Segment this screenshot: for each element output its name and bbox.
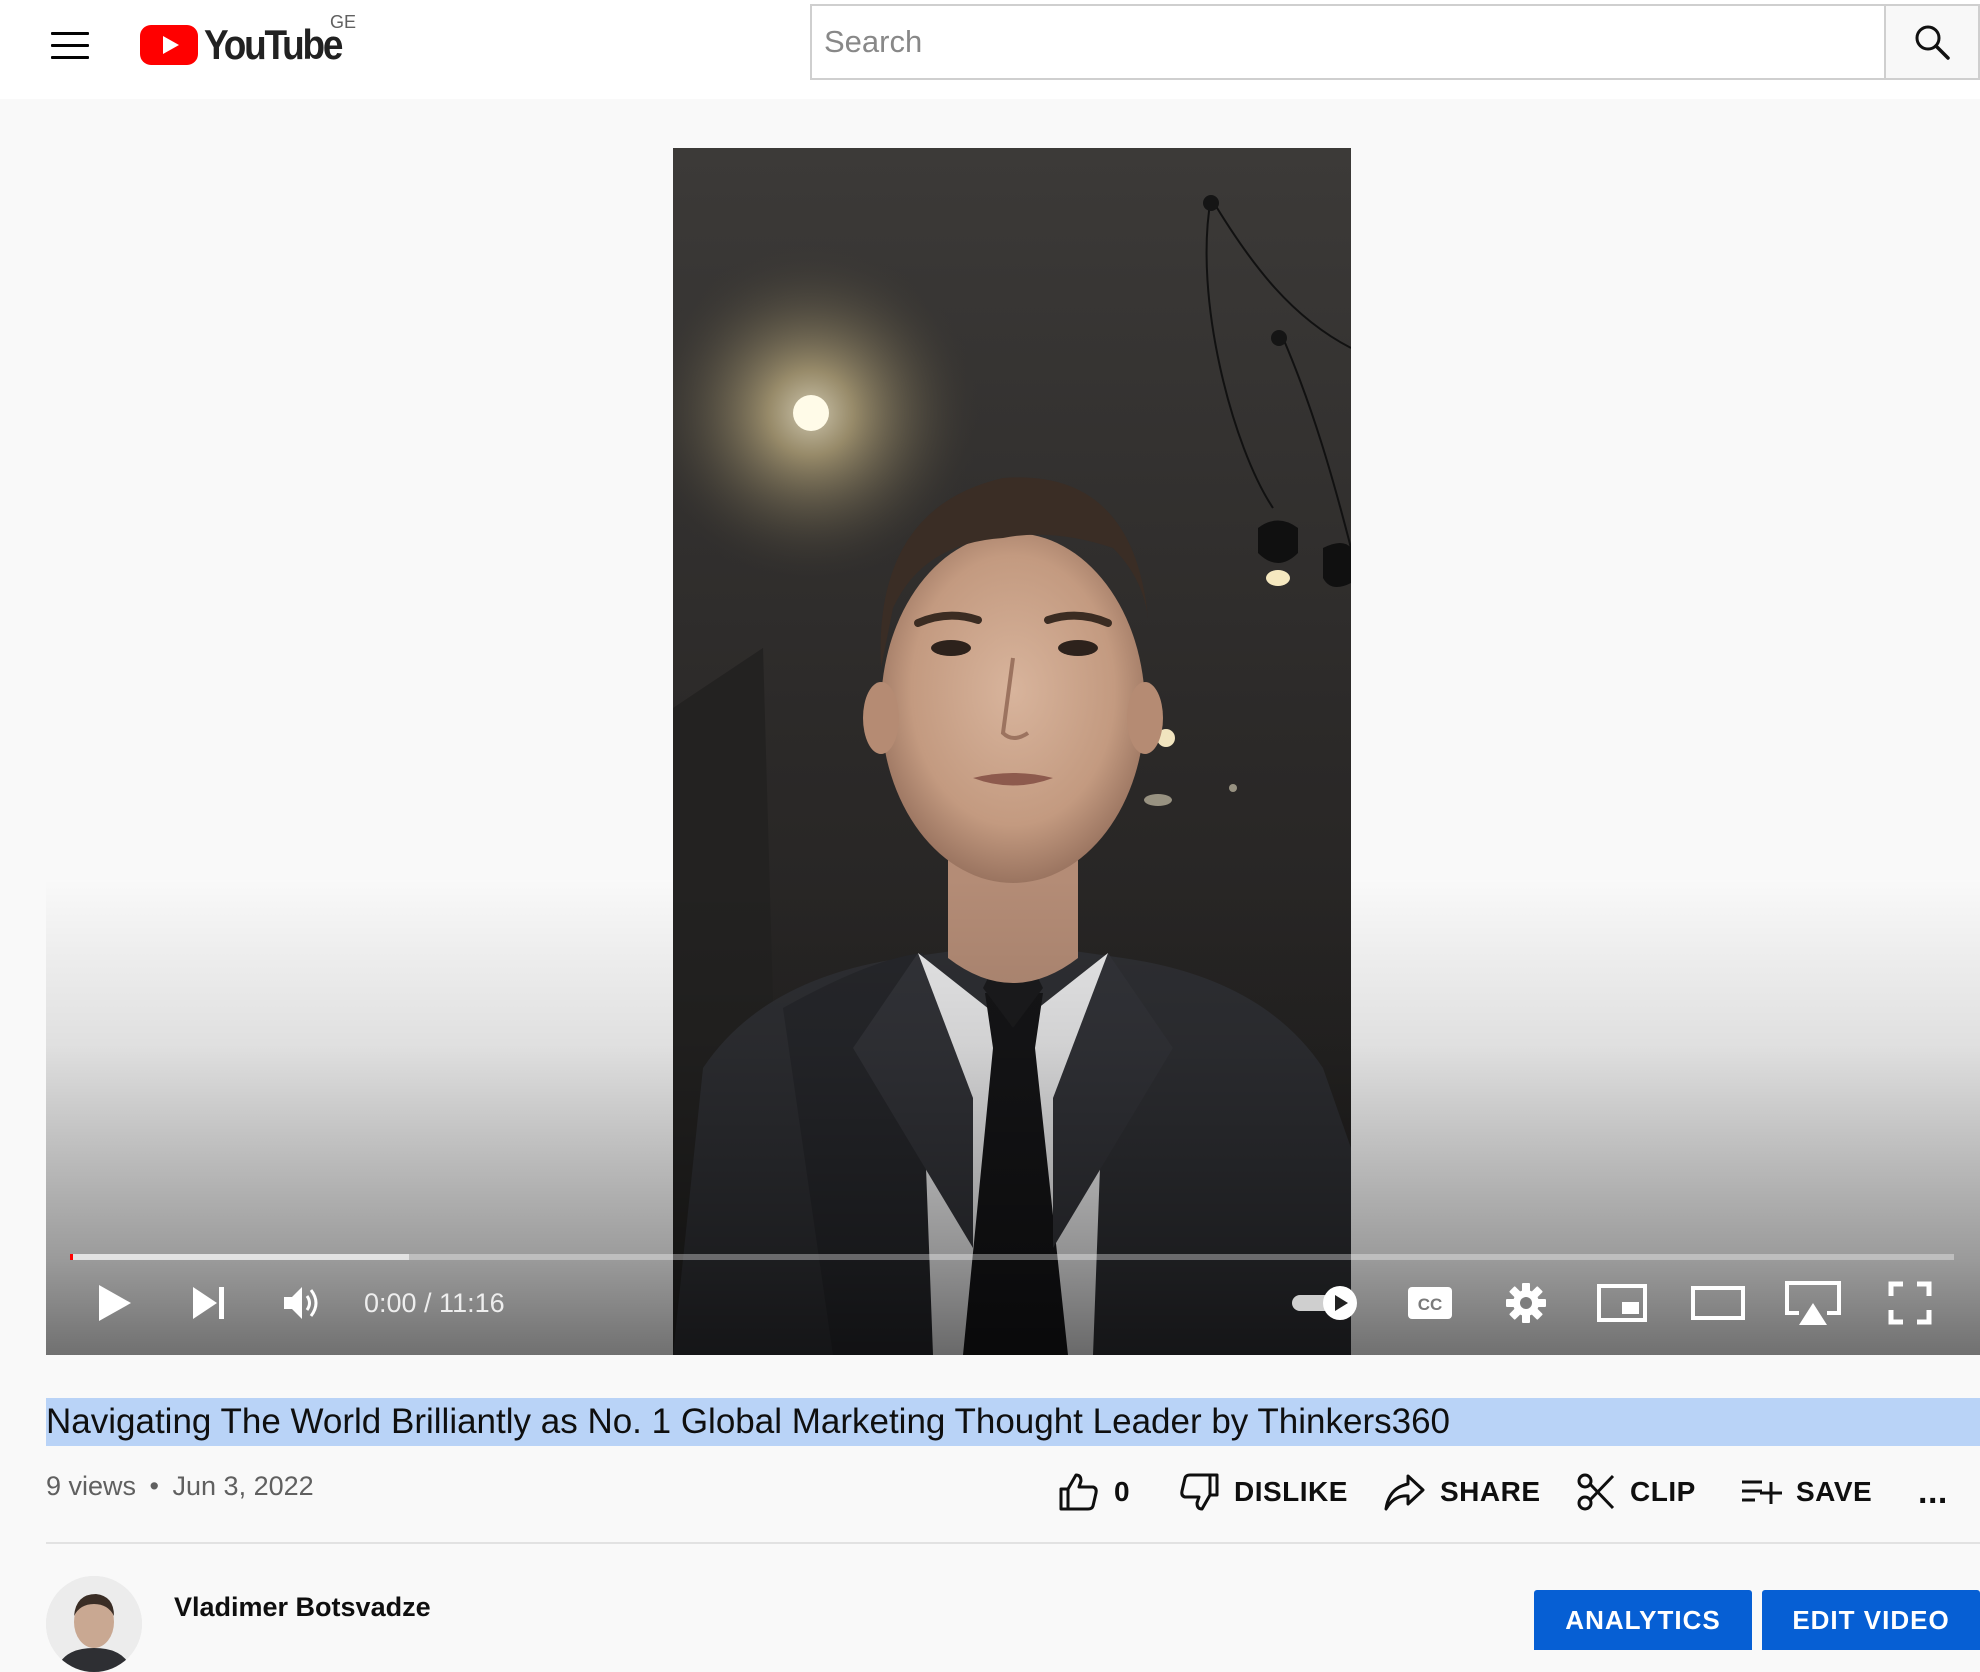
divider — [46, 1542, 1980, 1544]
avatar[interactable] — [46, 1576, 142, 1672]
play-button[interactable] — [90, 1278, 140, 1328]
meta-separator: • — [149, 1471, 159, 1501]
playlist-add-icon — [1742, 1480, 1782, 1504]
theater-icon — [1691, 1286, 1745, 1320]
search-button[interactable] — [1886, 4, 1980, 80]
more-icon: ... — [1918, 1472, 1948, 1511]
settings-button[interactable] — [1496, 1278, 1556, 1328]
scissors-icon — [1577, 1473, 1615, 1511]
airplay-icon — [1785, 1281, 1841, 1325]
like-count: 0 — [1114, 1476, 1131, 1507]
search-icon — [1915, 25, 1950, 60]
search-box — [810, 4, 1886, 80]
clip-label: CLIP — [1630, 1476, 1696, 1507]
subtitles-icon: CC — [1408, 1287, 1452, 1319]
save-button[interactable]: SAVE — [1740, 1468, 1872, 1516]
settings-icon — [1506, 1283, 1546, 1323]
dislike-label: DISLIKE — [1234, 1476, 1348, 1507]
country-code: GE — [330, 12, 357, 32]
next-icon — [193, 1287, 224, 1319]
top-bar: YouTube GE — [0, 0, 1980, 99]
title-selection-highlight: Navigating The World Brilliantly as No. … — [46, 1398, 1980, 1446]
video-frame[interactable] — [673, 148, 1351, 1355]
next-button[interactable] — [184, 1278, 234, 1328]
progress-buffered — [70, 1254, 410, 1260]
view-count: 9 views — [46, 1471, 137, 1501]
youtube-logo[interactable]: YouTube — [140, 20, 360, 70]
save-label: SAVE — [1796, 1476, 1873, 1507]
miniplayer-icon — [1597, 1284, 1647, 1322]
autoplay-toggle-icon — [1292, 1286, 1357, 1320]
like-button[interactable]: 0 — [1058, 1468, 1130, 1516]
airplay-button[interactable] — [1780, 1278, 1846, 1328]
play-icon — [99, 1285, 131, 1321]
fullscreen-icon — [1888, 1281, 1932, 1325]
autoplay-toggle[interactable] — [1288, 1278, 1364, 1328]
thumbs-down-icon — [1180, 1473, 1219, 1511]
edit-video-button[interactable]: EDIT VIDEO — [1762, 1590, 1980, 1650]
dislike-button[interactable]: DISLIKE — [1178, 1468, 1348, 1516]
theater-button[interactable] — [1686, 1278, 1750, 1328]
video-title: Navigating The World Brilliantly as No. … — [46, 1402, 1450, 1441]
avatar-image — [46, 1576, 142, 1672]
progress-bar[interactable] — [70, 1254, 1954, 1260]
thumbs-up-icon — [1059, 1473, 1098, 1511]
fullscreen-button[interactable] — [1880, 1278, 1940, 1328]
share-button[interactable]: SHARE — [1382, 1468, 1541, 1516]
video-player[interactable]: 0:00 / 11:16 CC — [46, 148, 1980, 1355]
volume-icon — [284, 1287, 318, 1319]
logo-wordmark: YouTube — [204, 21, 343, 68]
video-thumbnail-image — [673, 148, 1351, 1355]
share-label: SHARE — [1440, 1476, 1541, 1507]
time-display: 0:00 / 11:16 — [364, 1288, 505, 1318]
more-actions-button[interactable]: ... — [1918, 1468, 1948, 1516]
video-meta: 9 views • Jun 3, 2022 — [46, 1466, 314, 1506]
youtube-play-icon — [140, 25, 198, 65]
clip-button[interactable]: CLIP — [1576, 1468, 1696, 1516]
volume-button[interactable] — [278, 1278, 328, 1328]
menu-icon[interactable] — [40, 20, 100, 70]
share-icon — [1384, 1474, 1425, 1511]
progress-played — [70, 1254, 73, 1260]
channel-name[interactable]: Vladimer Botsvadze — [174, 1592, 431, 1623]
miniplayer-button[interactable] — [1592, 1278, 1652, 1328]
upload-date: Jun 3, 2022 — [172, 1471, 314, 1501]
analytics-button[interactable]: ANALYTICS — [1534, 1590, 1752, 1650]
subtitles-button[interactable]: CC — [1400, 1278, 1460, 1328]
svg-text:CC: CC — [1418, 1295, 1443, 1314]
search-input[interactable] — [812, 23, 1884, 61]
